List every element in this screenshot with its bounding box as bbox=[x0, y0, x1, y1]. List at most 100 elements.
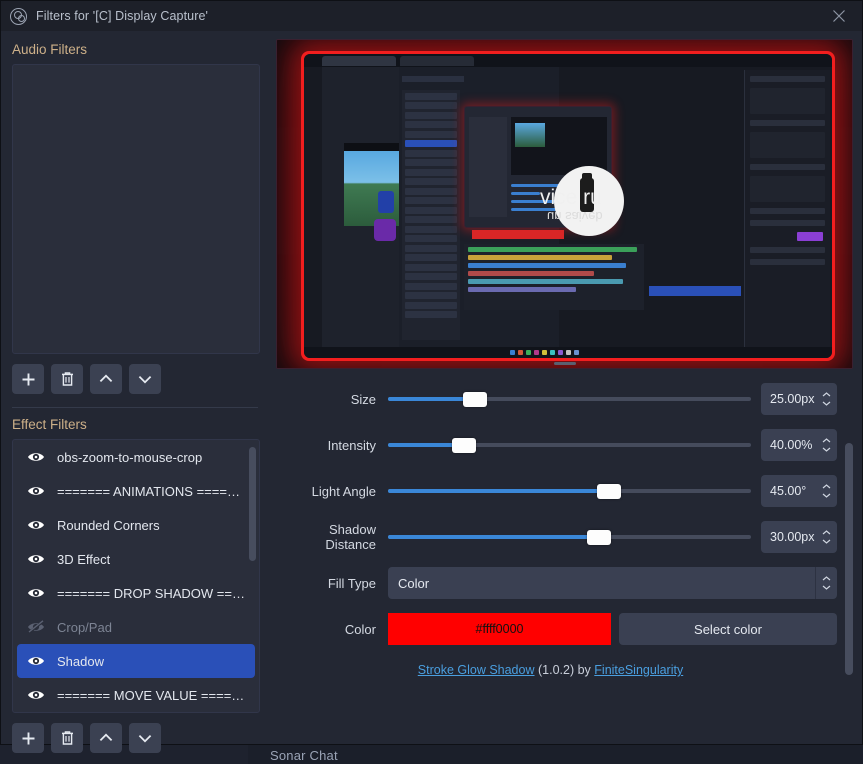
effect-filter-row[interactable]: ======= DROP SHADOW ====== bbox=[17, 576, 255, 610]
fill-type-dropdown-arrows[interactable] bbox=[815, 567, 837, 599]
slider-knob[interactable] bbox=[452, 437, 477, 453]
filters-sidebar: Audio Filters Effect Filters obs-zoom-to… bbox=[1, 31, 269, 753]
move-audio-filter-down-button[interactable] bbox=[129, 364, 161, 394]
slider-fill bbox=[388, 489, 610, 493]
preview-badge bbox=[374, 219, 396, 241]
add-effect-filter-button[interactable] bbox=[12, 723, 44, 753]
spinbox-value: 45.00° bbox=[770, 484, 807, 498]
preview-overlay-text: vice ru bbox=[540, 186, 602, 209]
effect-filter-row[interactable]: ======= MOVE VALUE ======= bbox=[17, 678, 255, 712]
move-effect-filter-down-button[interactable] bbox=[129, 723, 161, 753]
remove-effect-filter-button[interactable] bbox=[51, 723, 83, 753]
property-slider[interactable] bbox=[388, 479, 751, 503]
property-slider-row: Shadow Distance 30.00px bbox=[276, 521, 837, 553]
effect-filter-row[interactable]: obs-zoom-to-mouse-crop bbox=[17, 440, 255, 474]
preview-canvas: vice ru un saiveb bbox=[277, 40, 852, 368]
close-icon[interactable] bbox=[816, 1, 862, 31]
eye-hidden-icon[interactable] bbox=[25, 616, 47, 638]
slider-knob[interactable] bbox=[463, 391, 488, 407]
property-slider[interactable] bbox=[388, 525, 751, 549]
slider-fill bbox=[388, 535, 599, 539]
add-audio-filter-button[interactable] bbox=[12, 364, 44, 394]
color-label: Color bbox=[344, 621, 376, 637]
effect-filter-row[interactable]: ======= ANIMATIONS ======= bbox=[17, 474, 255, 508]
property-slider-row: Intensity 40.00% bbox=[276, 429, 837, 461]
effect-filter-row[interactable]: Shadow bbox=[17, 644, 255, 678]
dialog-titlebar: Filters for '[C] Display Capture' bbox=[1, 1, 862, 31]
preview-resize-handle[interactable] bbox=[553, 362, 576, 365]
effect-filter-row[interactable]: Rounded Corners bbox=[17, 508, 255, 542]
dialog-footer: Defaults Close bbox=[1, 753, 862, 764]
audio-filters-list[interactable] bbox=[12, 64, 260, 354]
property-spinbox[interactable]: 45.00° bbox=[761, 475, 837, 507]
property-slider[interactable] bbox=[388, 433, 751, 457]
eye-visible-icon[interactable] bbox=[25, 446, 47, 468]
effect-filters-scrollbar[interactable] bbox=[249, 444, 256, 708]
spinbox-arrows[interactable] bbox=[819, 392, 833, 406]
remove-audio-filter-button[interactable] bbox=[51, 364, 83, 394]
effect-filters-list-scroll: obs-zoom-to-mouse-crop ======= ANIMATIONS… bbox=[13, 440, 259, 712]
preview-tab bbox=[400, 56, 474, 66]
filter-properties: Size 25.00px Intensity 40.00% Light Angle 45.… bbox=[276, 369, 853, 753]
effect-filter-label: obs-zoom-to-mouse-crop bbox=[57, 449, 203, 465]
effect-filters-toolbar bbox=[1, 713, 269, 753]
property-spinbox[interactable]: 25.00px bbox=[761, 383, 837, 415]
spinbox-value: 30.00px bbox=[770, 530, 815, 544]
preview-taskbar bbox=[304, 347, 832, 358]
preview-captured-window: vice ru un saiveb bbox=[304, 54, 832, 358]
color-row: Color #ffff0000 Select color bbox=[276, 613, 837, 645]
filter-preview: vice ru un saiveb bbox=[276, 39, 853, 369]
eye-visible-icon[interactable] bbox=[25, 684, 47, 706]
effect-filters-scrollbar-thumb[interactable] bbox=[249, 447, 256, 561]
effect-filters-list[interactable]: obs-zoom-to-mouse-crop ======= ANIMATIONS… bbox=[12, 439, 260, 713]
effect-filter-label: ======= ANIMATIONS ======= bbox=[57, 483, 245, 499]
property-spinbox[interactable]: 40.00% bbox=[761, 429, 837, 461]
effect-filter-label: Shadow bbox=[57, 653, 104, 669]
select-color-button[interactable]: Select color bbox=[619, 613, 837, 645]
property-label: Light Angle bbox=[311, 483, 376, 499]
screen-root: Sonar Chat Filters for '[C] Display Capt… bbox=[0, 0, 863, 764]
plugin-version: (1.0.2) by bbox=[537, 663, 591, 677]
effect-filter-row[interactable]: 3D Effect bbox=[17, 542, 255, 576]
audio-filters-list-scroll bbox=[13, 65, 259, 353]
property-label: Intensity bbox=[327, 437, 376, 453]
preview-timeline bbox=[464, 244, 644, 310]
effect-filter-label: 3D Effect bbox=[57, 551, 111, 567]
plugin-author-link[interactable]: FiniteSingularity bbox=[594, 663, 683, 677]
preview-stream-info-panel bbox=[744, 70, 830, 350]
fill-type-label: Fill Type bbox=[327, 575, 376, 591]
fill-type-select[interactable]: Color bbox=[388, 567, 837, 599]
color-swatch[interactable]: #ffff0000 bbox=[388, 613, 611, 645]
properties-scrollbar-thumb[interactable] bbox=[845, 443, 853, 675]
preview-blue-bar bbox=[649, 286, 741, 296]
property-label: Shadow Distance bbox=[325, 522, 376, 552]
property-slider[interactable] bbox=[388, 387, 751, 411]
move-effect-filter-up-button[interactable] bbox=[90, 723, 122, 753]
property-spinbox[interactable]: 30.00px bbox=[761, 521, 837, 553]
effect-filter-row[interactable]: Crop/Pad bbox=[17, 610, 255, 644]
properties-scrollbar[interactable] bbox=[845, 375, 853, 747]
effect-filter-label: Rounded Corners bbox=[57, 517, 160, 533]
eye-visible-icon[interactable] bbox=[25, 650, 47, 672]
property-slider-row: Light Angle 45.00° bbox=[276, 475, 837, 507]
spinbox-arrows[interactable] bbox=[819, 530, 833, 544]
spinbox-arrows[interactable] bbox=[819, 438, 833, 452]
slider-knob[interactable] bbox=[586, 529, 611, 545]
eye-visible-icon[interactable] bbox=[25, 548, 47, 570]
slider-knob[interactable] bbox=[597, 483, 622, 499]
slider-fill bbox=[388, 397, 476, 401]
spinbox-value: 25.00px bbox=[770, 392, 815, 406]
eye-visible-icon[interactable] bbox=[25, 582, 47, 604]
preview-red-button bbox=[472, 230, 564, 239]
eye-visible-icon[interactable] bbox=[25, 514, 47, 536]
property-slider-row: Size 25.00px bbox=[276, 383, 837, 415]
property-label: Size bbox=[350, 391, 376, 407]
dialog-title: Filters for '[C] Display Capture' bbox=[36, 9, 209, 23]
obs-logo-icon bbox=[10, 7, 27, 25]
move-audio-filter-up-button[interactable] bbox=[90, 364, 122, 394]
sidebar-divider bbox=[12, 407, 258, 408]
effect-filters-heading: Effect Filters bbox=[12, 417, 87, 432]
plugin-name-link[interactable]: Stroke Glow Shadow bbox=[418, 663, 535, 677]
eye-visible-icon[interactable] bbox=[25, 480, 47, 502]
spinbox-arrows[interactable] bbox=[819, 484, 833, 498]
